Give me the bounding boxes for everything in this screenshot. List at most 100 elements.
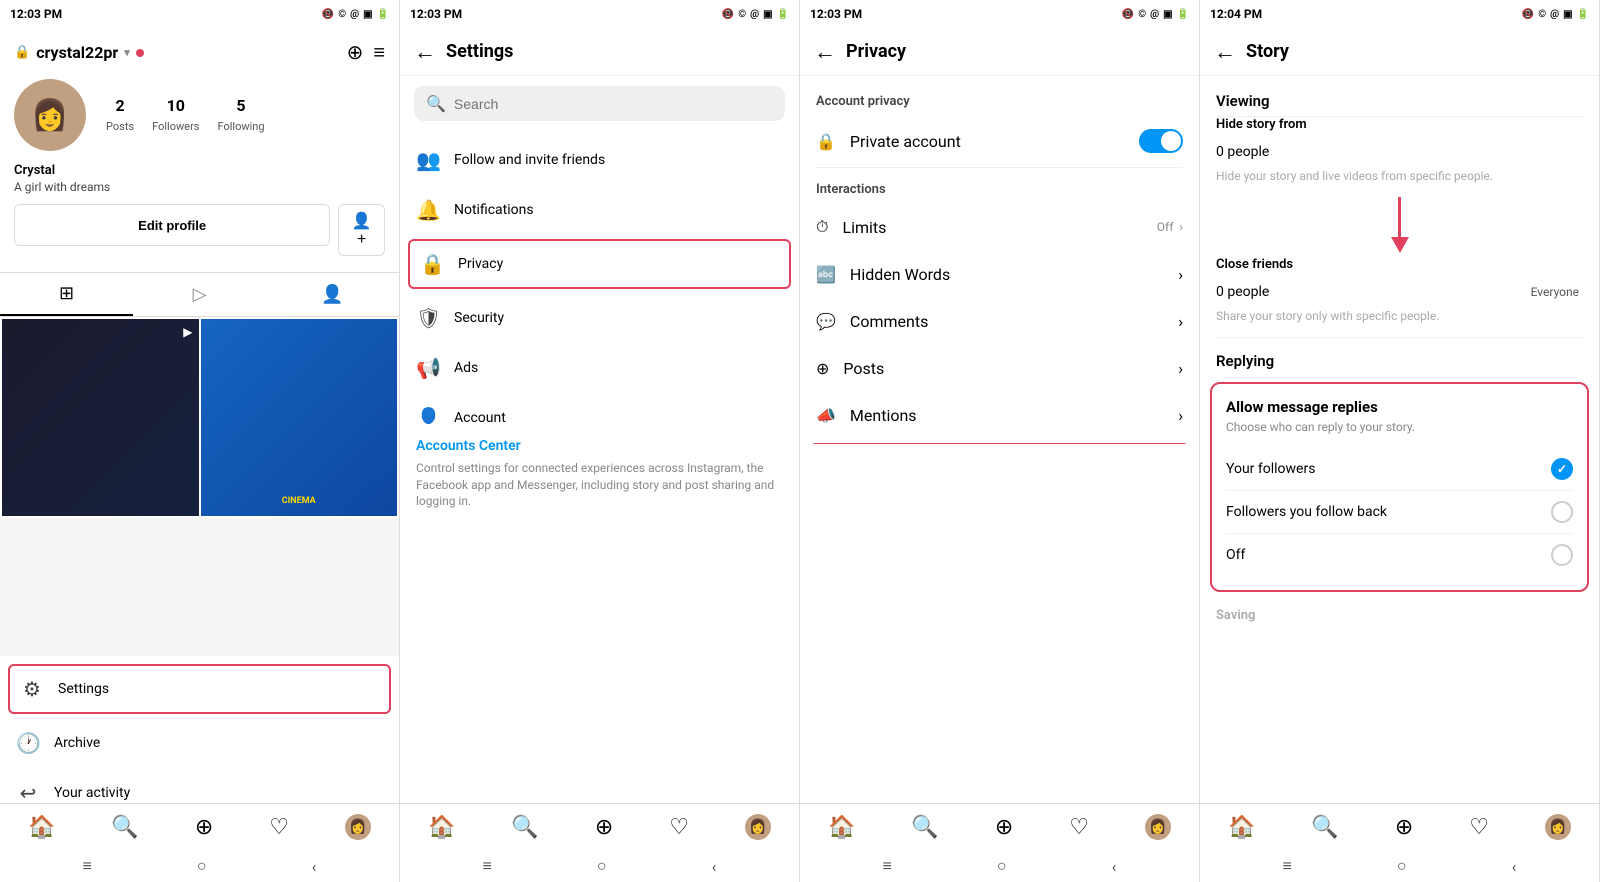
nav-search-3[interactable]: 🔍 [911, 815, 938, 840]
private-account-icon: 🔒 [816, 132, 836, 151]
nav-add-3[interactable]: ⊕ [995, 815, 1013, 840]
sys-menu-4[interactable]: ≡ [1283, 856, 1292, 876]
replying-box: Allow message replies Choose who can rep… [1210, 382, 1589, 592]
nav-avatar-2[interactable]: 👩 [745, 814, 771, 840]
settings-item-account[interactable]: 👤 Account [400, 393, 799, 424]
everyone-label: Everyone [1531, 285, 1579, 299]
ads-icon: 📢 [416, 356, 440, 380]
radio-followers-follow-back[interactable]: Followers you follow back [1226, 491, 1573, 534]
nav-avatar-3[interactable]: 👩 [1145, 814, 1171, 840]
add-post-icon[interactable]: ⊕ [347, 40, 364, 65]
follow-label: Follow and invite friends [454, 152, 605, 168]
privacy-item-comments[interactable]: 💬 Comments › [800, 298, 1199, 345]
nav-search-2[interactable]: 🔍 [511, 815, 538, 840]
hidden-words-chevron: › [1178, 265, 1183, 284]
nav-search-4[interactable]: 🔍 [1311, 815, 1338, 840]
sys-home-3[interactable]: ○ [997, 856, 1007, 876]
off-radio[interactable] [1551, 544, 1573, 566]
profile-grid: ▶ CINEMA [0, 317, 399, 518]
posts-icon: ⊕ [816, 359, 829, 378]
privacy-item-hidden-words[interactable]: 🔤 Hidden Words › [800, 251, 1199, 298]
nav-home-4[interactable]: 🏠 [1228, 815, 1255, 840]
accounts-center-title[interactable]: Accounts Center [416, 438, 783, 454]
nav-bar-3: 🏠 🔍 ⊕ ♡ 👩 [800, 803, 1199, 850]
sys-menu-3[interactable]: ≡ [883, 856, 892, 876]
privacy-item-mentions[interactable]: 📣 Mentions › [800, 392, 1199, 439]
profile-info: 👩 2 Posts 10 Followers 5 Following [14, 79, 385, 151]
private-account-toggle[interactable] [1139, 129, 1183, 153]
nav-add-4[interactable]: ⊕ [1395, 815, 1413, 840]
profile-actions-top[interactable]: ⊕ ≡ [347, 40, 385, 65]
profile-top-bar: 🔒 crystal22pr ▾ ⊕ ≡ [14, 40, 385, 65]
private-account-item[interactable]: 🔒 Private account [800, 115, 1199, 167]
nav-avatar-1[interactable]: 👩 [345, 814, 371, 840]
add-person-button[interactable]: 👤+ [338, 204, 385, 256]
sys-bar-4: ≡ ○ ‹ [1200, 850, 1599, 882]
settings-item-ads[interactable]: 📢 Ads [400, 343, 799, 393]
settings-back-btn[interactable]: ← [414, 39, 436, 65]
following-label: Following [217, 120, 264, 133]
tab-tagged[interactable]: 👤 [266, 273, 399, 316]
replying-section-title: Replying [1216, 352, 1274, 370]
notifications-icon: 🔔 [416, 198, 440, 222]
profile-tabs: ⊞ ▷ 👤 [0, 272, 399, 317]
dropdown-icon[interactable]: ▾ [124, 46, 130, 59]
followers-follow-back-label: Followers you follow back [1226, 504, 1387, 520]
panel-privacy: 12:03 PM 📵©@▣🔋 ← Privacy Account privacy… [800, 0, 1200, 882]
private-account-label: Private account [850, 132, 961, 151]
radio-off[interactable]: Off [1226, 534, 1573, 576]
sys-menu-2[interactable]: ≡ [483, 856, 492, 876]
sys-back-1[interactable]: ‹ [312, 857, 317, 876]
settings-item-privacy[interactable]: 🔒 Privacy [408, 239, 791, 289]
profile-bio: A girl with dreams [14, 180, 385, 194]
your-followers-radio[interactable] [1551, 458, 1573, 480]
sys-bar-3: ≡ ○ ‹ [800, 850, 1199, 882]
story-back-btn[interactable]: ← [1214, 39, 1236, 65]
tab-grid[interactable]: ⊞ [0, 273, 133, 316]
sys-home-2[interactable]: ○ [597, 856, 607, 876]
privacy-item-limits[interactable]: ⏱ Limits Off › [800, 203, 1199, 251]
username-row: 🔒 crystal22pr ▾ [14, 43, 144, 62]
menu-item-archive[interactable]: 🕐 Archive [0, 718, 399, 768]
nav-heart-4[interactable]: ♡ [1469, 815, 1489, 840]
avatar: 👩 [14, 79, 86, 151]
nav-avatar-4[interactable]: 👩 [1545, 814, 1571, 840]
nav-add-2[interactable]: ⊕ [595, 815, 613, 840]
nav-bar-4: 🏠 🔍 ⊕ ♡ 👩 [1200, 803, 1599, 850]
nav-home-1[interactable]: 🏠 [28, 815, 55, 840]
menu-item-settings[interactable]: ⚙ Settings [8, 664, 391, 714]
viewing-section-title: Viewing [1200, 76, 1599, 116]
nav-heart-1[interactable]: ♡ [269, 815, 289, 840]
nav-heart-3[interactable]: ♡ [1069, 815, 1089, 840]
settings-item-notifications[interactable]: 🔔 Notifications [400, 185, 799, 235]
settings-item-security[interactable]: 🛡 Security [400, 293, 799, 343]
sys-home-4[interactable]: ○ [1397, 856, 1407, 876]
sys-home-1[interactable]: ○ [197, 856, 207, 876]
radio-your-followers[interactable]: Your followers [1226, 448, 1573, 491]
privacy-item-posts[interactable]: ⊕ Posts › [800, 345, 1199, 392]
nav-heart-2[interactable]: ♡ [669, 815, 689, 840]
red-arrow [1391, 197, 1409, 257]
status-icons-1: 📵 © @ ▣ 🔋 [322, 9, 389, 20]
nav-home-2[interactable]: 🏠 [428, 815, 455, 840]
play-icon-1: ▶ [183, 325, 192, 339]
sys-back-2[interactable]: ‹ [712, 857, 717, 876]
nav-add-1[interactable]: ⊕ [195, 815, 213, 840]
menu-item-activity[interactable]: ↩ Your activity [0, 768, 399, 803]
nav-home-3[interactable]: 🏠 [828, 815, 855, 840]
edit-profile-button[interactable]: Edit profile [14, 204, 330, 246]
sys-bar-1: ≡ ○ ‹ [0, 850, 399, 882]
menu-icon[interactable]: ≡ [373, 40, 385, 65]
sys-back-4[interactable]: ‹ [1512, 857, 1517, 876]
privacy-back-btn[interactable]: ← [814, 39, 836, 65]
followers-follow-back-radio[interactable] [1551, 501, 1573, 523]
private-account-left: 🔒 Private account [816, 132, 961, 151]
sys-back-3[interactable]: ‹ [1112, 857, 1117, 876]
settings-item-follow[interactable]: 👥 Follow and invite friends [400, 135, 799, 185]
hidden-words-label: Hidden Words [850, 265, 950, 284]
nav-search-1[interactable]: 🔍 [111, 815, 138, 840]
settings-search-input[interactable] [454, 96, 773, 112]
tab-reels[interactable]: ▷ [133, 273, 266, 316]
sys-menu-1[interactable]: ≡ [83, 856, 92, 876]
posts-chevron: › [1178, 359, 1183, 378]
